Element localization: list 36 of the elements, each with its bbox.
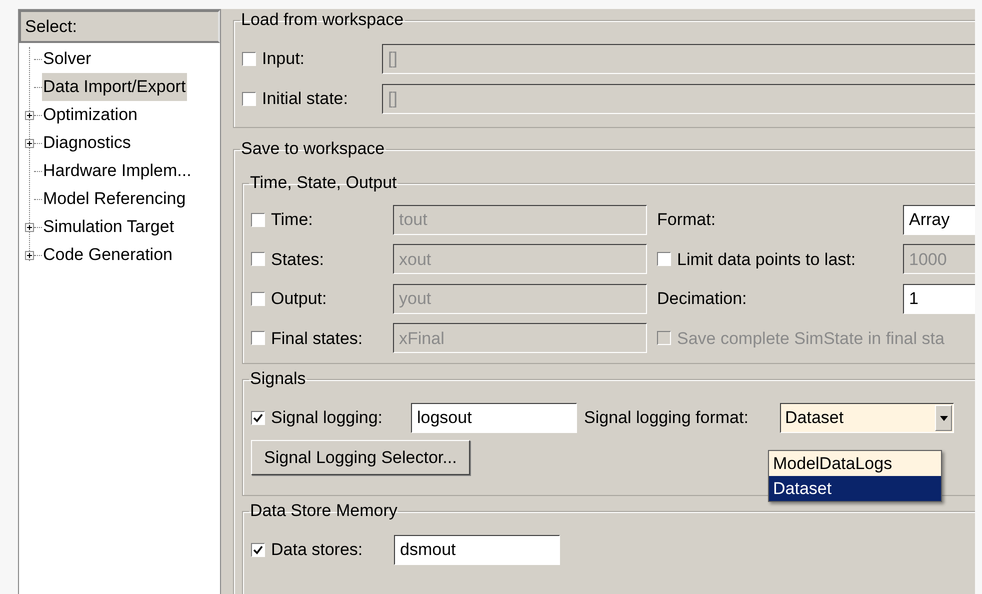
input-field[interactable]: logsout xyxy=(411,403,577,433)
group-title: Signals xyxy=(249,368,307,390)
field-label: Data stores: xyxy=(271,539,363,562)
input-field[interactable]: dsmout xyxy=(394,535,560,565)
expand-icon[interactable] xyxy=(25,250,34,260)
input-field[interactable]: Array xyxy=(903,204,975,235)
option-label: Save complete SimState in final sta xyxy=(677,328,944,350)
expand-icon[interactable] xyxy=(25,138,34,148)
field-label: States: xyxy=(271,248,324,270)
option-label: Limit data points to last: xyxy=(677,248,856,270)
option-label: Format: xyxy=(657,210,716,229)
expand-icon[interactable] xyxy=(25,110,34,120)
field-label: Initial state: xyxy=(262,88,348,110)
tree-item[interactable]: Data Import/Export xyxy=(42,73,187,101)
checkbox[interactable] xyxy=(251,411,265,425)
group-title: Data Store Memory xyxy=(249,500,398,522)
signal-logging-selector-button[interactable]: Signal Logging Selector... xyxy=(251,440,470,475)
option-label: Decimation: xyxy=(657,289,747,308)
dropdown-option[interactable]: Dataset xyxy=(769,476,941,501)
group-title: Time, State, Output xyxy=(249,172,398,194)
field-label: Output: xyxy=(271,288,327,310)
checkbox[interactable] xyxy=(251,543,265,557)
dropdown[interactable]: Dataset xyxy=(780,403,954,433)
checkmark-icon xyxy=(253,413,263,423)
group-title: Load from workspace xyxy=(240,9,405,31)
input-field[interactable]: 1 xyxy=(903,284,975,314)
dropdown-option[interactable]: ModelDataLogs xyxy=(769,451,941,476)
checkmark-icon xyxy=(253,545,263,555)
field-label: Time: xyxy=(271,209,313,231)
field-label: Input: xyxy=(262,48,305,70)
field-label: Final states: xyxy=(271,328,363,350)
sidebar-header: Select: xyxy=(19,10,220,43)
field-label: Signal logging: xyxy=(271,407,383,430)
expand-icon[interactable] xyxy=(25,222,34,232)
field-label: Signal logging format: xyxy=(584,407,750,430)
group-title: Save to workspace xyxy=(240,138,386,160)
